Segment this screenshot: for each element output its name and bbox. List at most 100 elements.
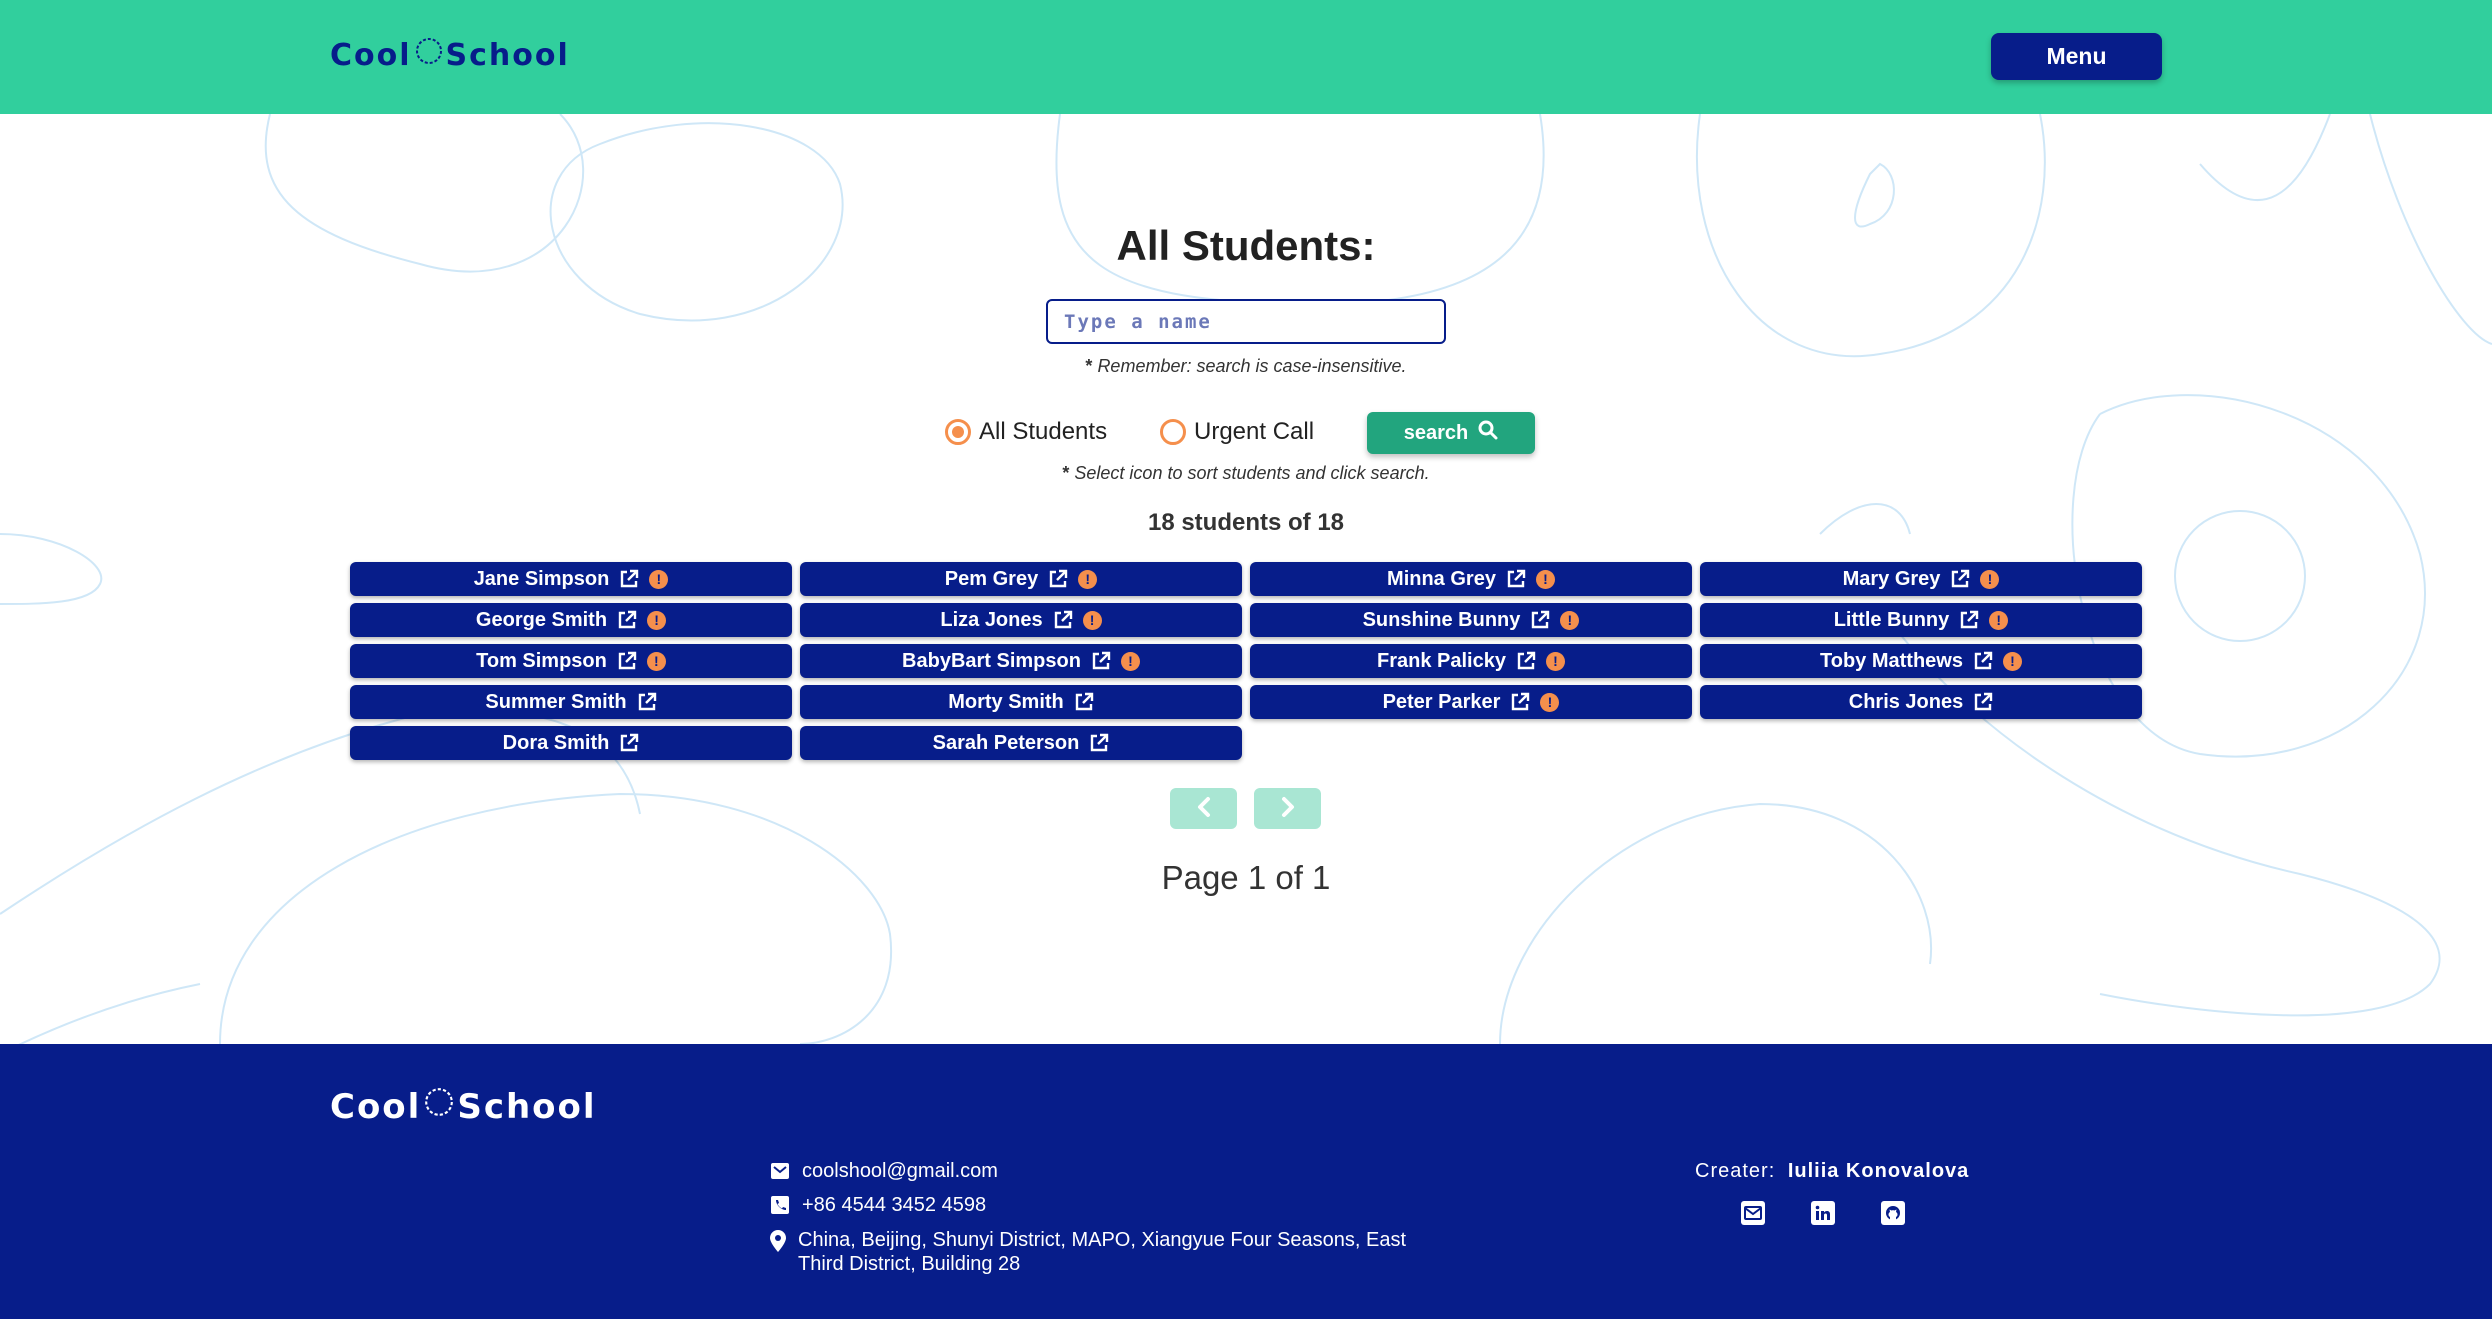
student-card[interactable]: Peter Parker! <box>1250 685 1692 719</box>
external-link-icon[interactable] <box>617 610 637 630</box>
student-card[interactable]: Dora Smith <box>350 726 792 760</box>
student-name: Jane Simpson <box>473 567 610 590</box>
student-card[interactable]: Pem Grey! <box>800 562 1242 596</box>
external-link-icon[interactable] <box>617 651 637 671</box>
students-count: 18 students of 18 <box>1147 509 1345 536</box>
search-button[interactable]: search <box>1367 412 1535 454</box>
student-name: Tom Simpson <box>476 649 607 672</box>
logo-text-left: Cool <box>330 37 412 73</box>
external-link-icon[interactable] <box>1053 610 1073 630</box>
student-card[interactable]: George Smith! <box>350 603 792 637</box>
exclamation-circle-icon: ! <box>646 651 666 671</box>
exclamation-circle-icon: ! <box>1535 569 1555 589</box>
student-card[interactable]: Liza Jones! <box>800 603 1242 637</box>
exclamation-circle-icon: ! <box>2002 651 2022 671</box>
student-card[interactable]: Sarah Peterson <box>800 726 1242 760</box>
site-footer: Cool School coolshool@gmail.com +86 4544… <box>0 1044 2492 1319</box>
filter-row: All Students Urgent Call search <box>0 412 2492 454</box>
address-text: China, Beijing, Shunyi District, MAPO, X… <box>798 1229 1407 1275</box>
contact-email: coolshool@gmail.com <box>770 1160 998 1183</box>
logo-text-right: School <box>445 37 570 73</box>
globe-icon <box>414 36 444 74</box>
header-logo[interactable]: Cool School <box>330 36 570 74</box>
logo-text-left: Cool <box>330 1086 422 1127</box>
external-link-icon[interactable] <box>1530 610 1550 630</box>
student-name: George Smith <box>475 608 608 631</box>
external-link-icon[interactable] <box>1091 651 1111 671</box>
phone-icon <box>770 1196 790 1214</box>
search-input[interactable] <box>1046 299 1446 344</box>
external-link-icon[interactable] <box>1089 733 1109 753</box>
phone-text[interactable]: +86 4544 3452 4598 <box>802 1194 986 1217</box>
radio-all-students[interactable]: All Students <box>945 418 1107 446</box>
exclamation-circle-icon: ! <box>649 569 669 589</box>
student-card[interactable]: Little Bunny! <box>1700 603 2142 637</box>
student-card[interactable]: Sunshine Bunny! <box>1250 603 1692 637</box>
external-link-icon[interactable] <box>637 692 657 712</box>
external-link-icon[interactable] <box>1510 692 1530 712</box>
radio-urgent-label: Urgent Call <box>1194 418 1315 445</box>
creator-label: Creater: <box>1695 1160 1776 1182</box>
exclamation-circle-icon: ! <box>647 610 667 630</box>
exclamation-circle-icon: ! <box>1989 610 2009 630</box>
search-icon <box>1478 420 1498 446</box>
student-card[interactable]: Frank Palicky! <box>1250 644 1692 678</box>
student-card[interactable]: Tom Simpson! <box>350 644 792 678</box>
student-card[interactable]: Morty Smith <box>800 685 1242 719</box>
menu-button[interactable]: Menu <box>1991 33 2162 80</box>
social-links <box>1739 1199 1907 1227</box>
external-link-icon[interactable] <box>1973 692 1993 712</box>
globe-icon <box>423 1086 455 1127</box>
prev-page-button[interactable] <box>1170 788 1237 829</box>
envelope-icon <box>770 1162 790 1180</box>
email-text[interactable]: coolshool@gmail.com <box>802 1160 998 1183</box>
envelope-icon[interactable] <box>1739 1199 1767 1227</box>
radio-unchecked-icon <box>1160 419 1186 445</box>
external-link-icon[interactable] <box>1959 610 1979 630</box>
external-link-icon[interactable] <box>619 733 639 753</box>
exclamation-circle-icon: ! <box>1540 692 1560 712</box>
exclamation-circle-icon: ! <box>1082 610 1102 630</box>
student-name: Sarah Peterson <box>932 731 1080 754</box>
external-link-icon[interactable] <box>1506 569 1526 589</box>
student-name: Minna Grey <box>1387 567 1496 590</box>
external-link-icon[interactable] <box>1048 569 1068 589</box>
external-link-icon[interactable] <box>1516 651 1536 671</box>
external-link-icon[interactable] <box>1074 692 1094 712</box>
student-card[interactable]: Jane Simpson! <box>350 562 792 596</box>
sort-hint: * Select icon to sort students and click… <box>1062 463 1430 483</box>
student-name: Summer Smith <box>485 690 627 713</box>
student-name: BabyBart Simpson <box>902 649 1081 672</box>
student-card[interactable]: Chris Jones <box>1700 685 2142 719</box>
search-button-label: search <box>1403 421 1469 444</box>
radio-all-label: All Students <box>979 418 1108 445</box>
exclamation-circle-icon: ! <box>1980 569 2000 589</box>
exclamation-circle-icon: ! <box>1078 569 1098 589</box>
next-page-button[interactable] <box>1254 788 1321 829</box>
contact-address: China, Beijing, Shunyi District, MAPO, X… <box>770 1228 1450 1276</box>
student-name: Liza Jones <box>940 608 1043 631</box>
student-card[interactable]: Summer Smith <box>350 685 792 719</box>
external-link-icon[interactable] <box>1950 569 1970 589</box>
linkedin-icon[interactable] <box>1809 1199 1837 1227</box>
exclamation-circle-icon: ! <box>1560 610 1580 630</box>
student-name: Pem Grey <box>944 567 1039 590</box>
student-card[interactable]: Minna Grey! <box>1250 562 1692 596</box>
page-title: All Students: <box>1116 222 1376 269</box>
creator-credit: Creater: Iuliia Konovalova <box>1695 1160 1969 1183</box>
student-name: Mary Grey <box>1842 567 1941 590</box>
github-icon[interactable] <box>1879 1199 1907 1227</box>
footer-logo[interactable]: Cool School <box>330 1086 597 1127</box>
external-link-icon[interactable] <box>619 569 639 589</box>
student-card[interactable]: Toby Matthews! <box>1700 644 2142 678</box>
student-name: Frank Palicky <box>1377 649 1506 672</box>
radio-urgent-call[interactable]: Urgent Call <box>1160 418 1314 446</box>
exclamation-circle-icon: ! <box>1545 651 1565 671</box>
student-name: Toby Matthews <box>1820 649 1963 672</box>
chevron-right-icon <box>1280 796 1296 821</box>
external-link-icon[interactable] <box>1973 651 1993 671</box>
radio-checked-icon <box>945 419 971 445</box>
student-card[interactable]: BabyBart Simpson! <box>800 644 1242 678</box>
student-card[interactable]: Mary Grey! <box>1700 562 2142 596</box>
students-grid: Jane Simpson! Pem Grey! Minna Grey! Mary Gr… <box>350 562 2143 760</box>
